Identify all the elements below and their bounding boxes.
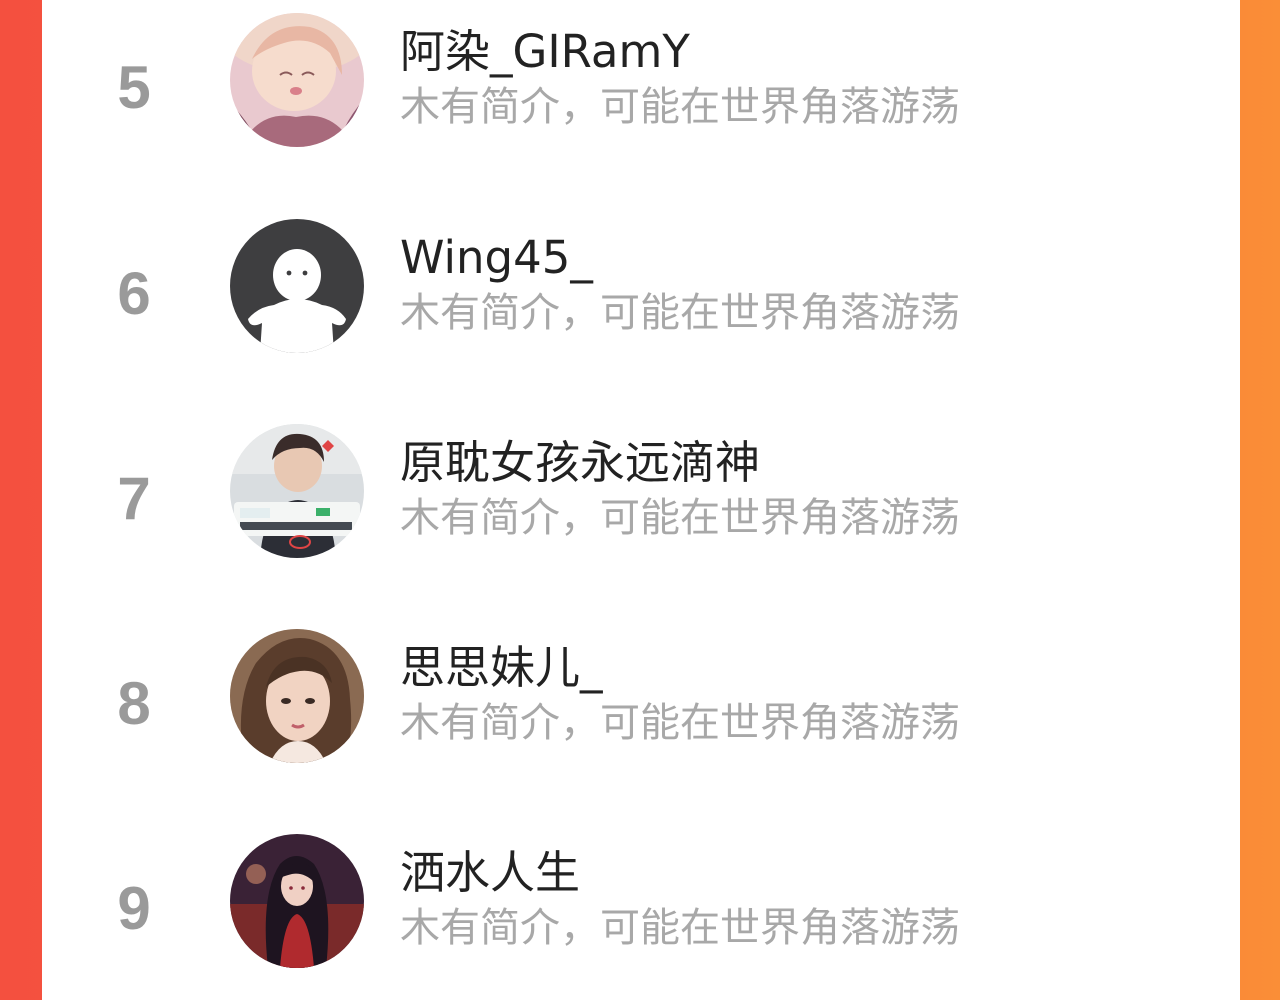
ranking-row[interactable]: 7 原耽女孩永远滴神 木有简介，可能在世界角落游荡 [42,416,1240,566]
ranking-row[interactable]: 9 洒水人生 木有简介，可能在世界角落游荡 [42,826,1240,976]
rank-number: 6 [117,260,151,327]
user-avatar[interactable] [230,834,364,968]
user-name[interactable]: Wing45_ [400,235,593,280]
user-name[interactable]: 洒水人生 [400,850,580,895]
ranking-row[interactable]: 6 Wing45_ 木有简介，可能在世界角落游荡 [42,211,1240,361]
user-bio: 木有简介，可能在世界角落游荡 [400,290,960,336]
user-bio: 木有简介，可能在世界角落游荡 [400,84,960,130]
user-bio: 木有简介，可能在世界角落游荡 [400,495,960,541]
ranking-row[interactable]: 5 阿染_GIRamY 木有简介，可能在世界角落游荡 [42,5,1240,155]
user-name[interactable]: 阿染_GIRamY [400,29,690,74]
user-avatar[interactable] [230,424,364,558]
rank-number: 5 [117,54,151,121]
photo-avatar-icon [230,424,364,558]
user-name[interactable]: 原耽女孩永远滴神 [400,440,760,485]
user-name[interactable]: 思思妹儿_ [400,645,603,690]
rank-number: 9 [117,875,151,942]
ranking-list: 5 阿染_GIRamY 木有简介，可能在世界角落游荡 6 Wing45_ 木有简… [42,0,1240,1000]
user-avatar[interactable] [230,13,364,147]
user-avatar[interactable] [230,629,364,763]
user-bio: 木有简介，可能在世界角落游荡 [400,905,960,951]
photo-avatar-icon [230,629,364,763]
rank-number: 7 [117,465,151,532]
anime-girl-avatar-icon [230,834,364,968]
user-bio: 木有简介，可能在世界角落游荡 [400,700,960,746]
default-avatar-icon [230,219,364,353]
rank-number: 8 [117,670,151,737]
anime-girl-avatar-icon [230,13,364,147]
ranking-row[interactable]: 8 思思妹儿_ 木有简介，可能在世界角落游荡 [42,621,1240,771]
user-avatar[interactable] [230,219,364,353]
